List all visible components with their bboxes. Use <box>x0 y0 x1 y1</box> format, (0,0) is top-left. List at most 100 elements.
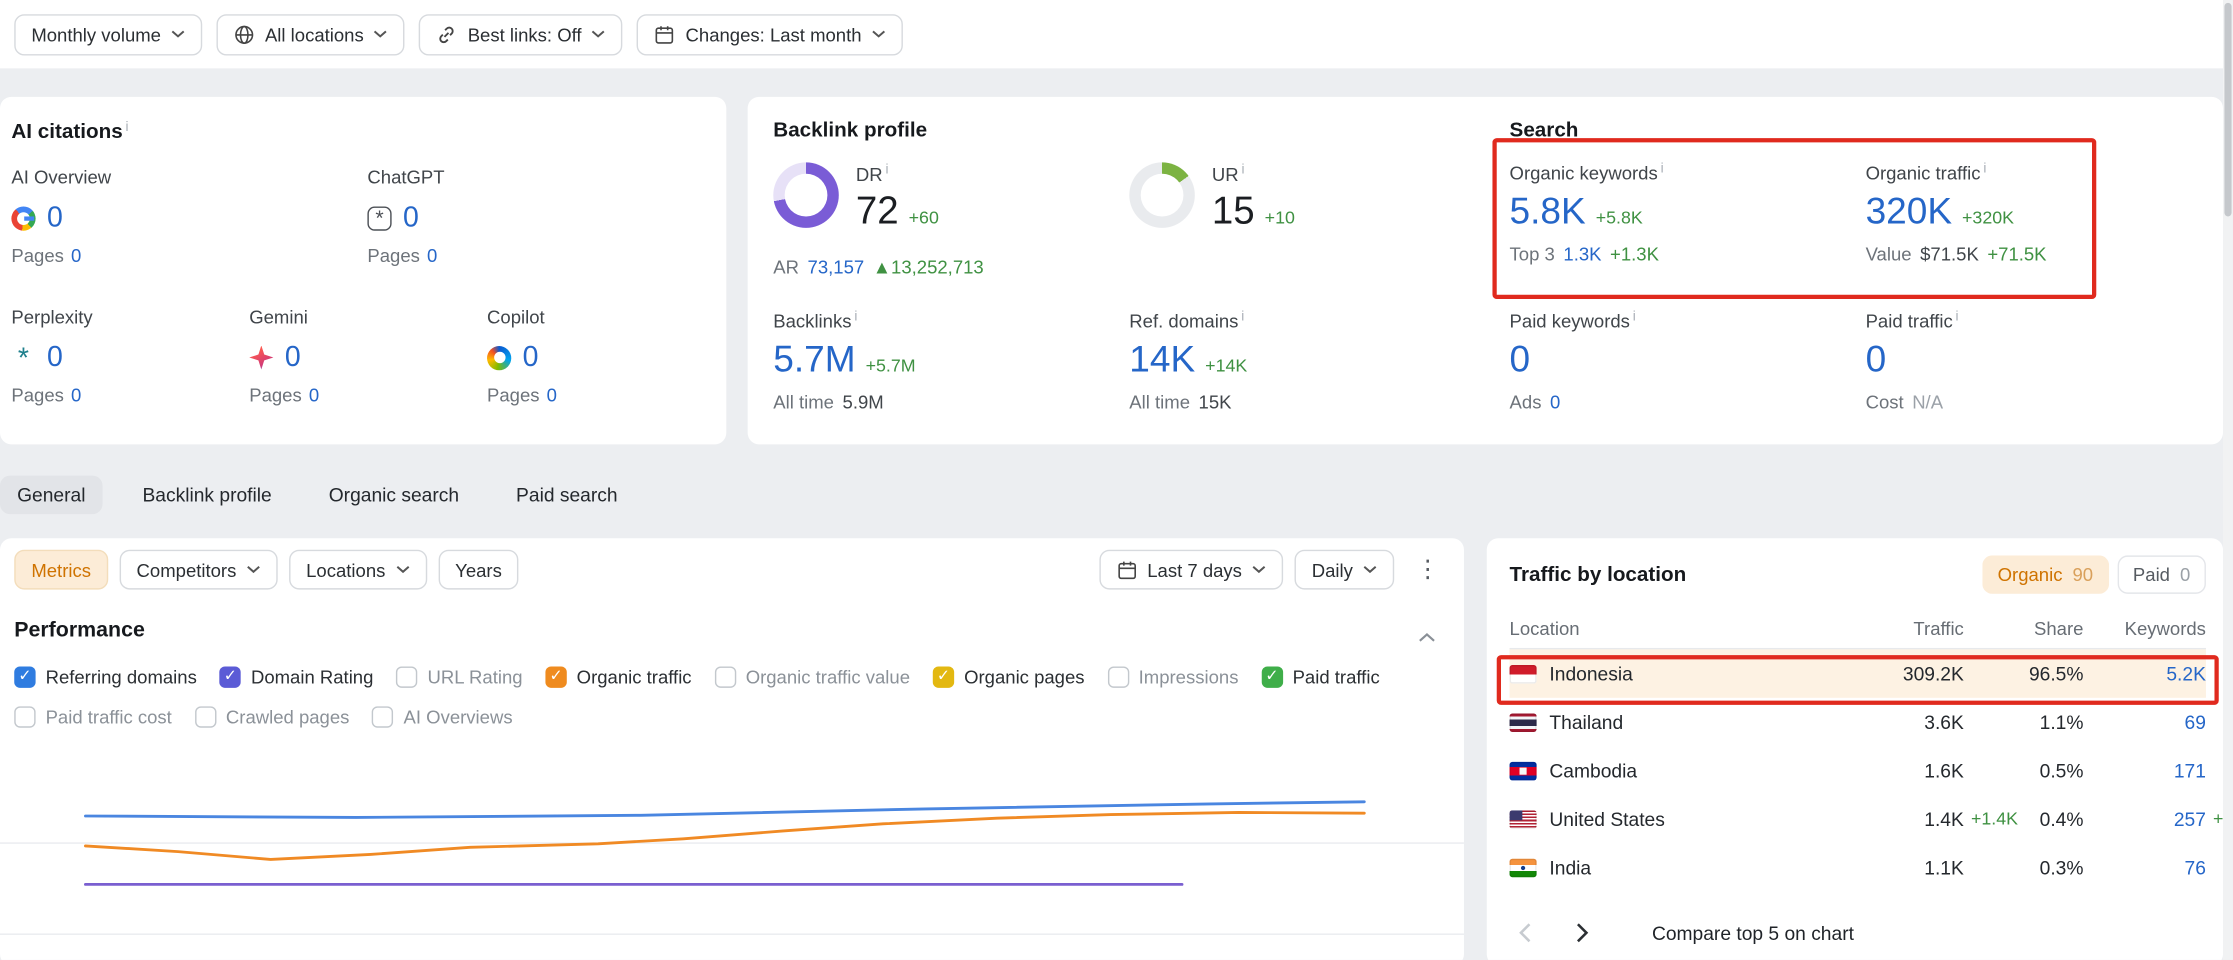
dr-donut-chart <box>773 162 839 228</box>
changes-dropdown[interactable]: Changes: Last month <box>637 14 903 55</box>
checkbox-box[interactable] <box>545 666 566 687</box>
volume-mode-dropdown[interactable]: Monthly volume <box>14 14 202 55</box>
location-row-thailand[interactable]: Thailand 3.6K 1.1% 69 <box>1510 698 2206 746</box>
best-links-dropdown[interactable]: Best links: Off <box>419 14 623 55</box>
pages-label: Pages <box>367 245 420 266</box>
keywords-link[interactable]: 76 <box>2185 857 2206 878</box>
value-label: Value <box>1866 244 1912 265</box>
paid-toggle-button[interactable]: Paid 0 <box>2117 555 2206 593</box>
domain-rating-block: DR 72 +60 <box>773 162 939 233</box>
prev-page-icon[interactable] <box>1510 920 1540 946</box>
ads-value[interactable]: 0 <box>1550 392 1560 413</box>
ai-citations-count[interactable]: 0 <box>47 341 63 374</box>
checkbox-box[interactable] <box>14 666 35 687</box>
flag-id-icon <box>1510 664 1537 683</box>
tab-organic-search[interactable]: Organic search <box>312 475 477 513</box>
ref-domains-value[interactable]: 14K <box>1129 338 1195 382</box>
traffic-value-amount: $71.5K <box>1920 244 1979 265</box>
google-icon <box>11 206 35 230</box>
checkbox-box[interactable] <box>220 666 241 687</box>
collapse-section-icon[interactable] <box>1418 624 1435 650</box>
backlinks-value[interactable]: 5.7M <box>773 338 855 382</box>
granularity-dropdown[interactable]: Daily <box>1295 550 1395 590</box>
paid-toggle-label: Paid <box>2133 564 2170 585</box>
chevron-down-icon <box>246 565 260 574</box>
ar-value[interactable]: 73,157 <box>808 256 865 277</box>
checkbox-box[interactable] <box>396 666 417 687</box>
checkbox-box[interactable] <box>195 706 216 727</box>
keywords-link[interactable]: 257 <box>2174 808 2206 829</box>
keywords-link[interactable]: 69 <box>2185 711 2206 732</box>
location-row-cambodia[interactable]: Cambodia 1.6K 0.5% 171 <box>1510 746 2206 794</box>
checkbox-box[interactable] <box>714 666 735 687</box>
paid-traffic-value[interactable]: 0 <box>1866 338 1887 382</box>
column-share: Share <box>2034 618 2083 639</box>
column-keywords: Keywords <box>2125 618 2206 639</box>
pages-count[interactable]: 0 <box>547 385 557 406</box>
ur-label: UR <box>1212 164 1239 185</box>
info-icon <box>1238 310 1244 331</box>
metric-checkbox-domain-rating[interactable]: Domain Rating <box>220 666 374 687</box>
metrics-button[interactable]: Metrics <box>14 550 108 590</box>
ai-citations-count[interactable]: 0 <box>285 341 301 374</box>
url-rating-block: UR 15 +10 <box>1129 162 1295 233</box>
ai-citations-count[interactable]: 0 <box>523 341 539 374</box>
chevron-down-icon <box>374 30 388 39</box>
date-range-dropdown[interactable]: Last 7 days <box>1099 550 1283 590</box>
location-row-indonesia[interactable]: Indonesia 309.2K 96.5% 5.2K <box>1510 649 2206 697</box>
keywords-link[interactable]: 171 <box>2174 760 2206 781</box>
tab-backlink-profile[interactable]: Backlink profile <box>125 475 288 513</box>
years-button[interactable]: Years <box>438 550 519 590</box>
compare-top5-link[interactable]: Compare top 5 on chart <box>1652 922 1854 943</box>
metric-checkbox-crawled-pages[interactable]: Crawled pages <box>195 706 350 727</box>
checkbox-box[interactable] <box>1107 666 1128 687</box>
checkbox-box[interactable] <box>1261 666 1282 687</box>
top3-value[interactable]: 1.3K <box>1563 244 1601 265</box>
locations-filter-dropdown[interactable]: Locations <box>289 550 427 590</box>
paid-keywords-value[interactable]: 0 <box>1510 338 1531 382</box>
metric-checkbox-ai-overviews[interactable]: AI Overviews <box>372 706 512 727</box>
globe-icon <box>234 23 255 44</box>
tab-general[interactable]: General <box>0 475 103 513</box>
checkbox-box[interactable] <box>14 706 35 727</box>
next-page-icon[interactable] <box>1568 920 1598 946</box>
organic-traffic-value[interactable]: 320K <box>1866 189 1952 233</box>
ai-citations-panel: AI citations AI Overview 0 Pages0 ChatGP… <box>0 97 726 444</box>
scrollbar-thumb[interactable] <box>2224 3 2231 217</box>
section-tabs: General Backlink profile Organic search Pai… <box>0 471 635 517</box>
checkbox-box[interactable] <box>372 706 393 727</box>
ai-citations-count[interactable]: 0 <box>403 202 419 235</box>
info-icon <box>1630 310 1636 331</box>
more-options-icon[interactable]: ⋮ <box>1406 555 1450 583</box>
checkbox-box[interactable] <box>933 666 954 687</box>
perplexity-icon <box>11 345 35 369</box>
pages-count[interactable]: 0 <box>309 385 319 406</box>
metric-checkbox-organic-traffic-value[interactable]: Organic traffic value <box>714 666 910 687</box>
ai-source-label: ChatGPT <box>367 167 444 188</box>
pages-count[interactable]: 0 <box>427 245 437 266</box>
ahrefs-rank-line: AR 73,157 ▲13,252,713 <box>773 256 983 277</box>
pages-label: Pages <box>11 245 64 266</box>
alltime-value: 5.9M <box>843 392 884 413</box>
pages-count[interactable]: 0 <box>71 245 81 266</box>
metric-checkbox-paid-traffic[interactable]: Paid traffic <box>1261 666 1379 687</box>
locations-dropdown[interactable]: All locations <box>217 14 406 55</box>
organic-toggle-button[interactable]: Organic 90 <box>1982 555 2109 593</box>
metric-checkbox-impressions[interactable]: Impressions <box>1107 666 1238 687</box>
metric-checkbox-url-rating[interactable]: URL Rating <box>396 666 522 687</box>
dr-label: DR <box>856 164 883 185</box>
keywords-link[interactable]: 5.2K <box>2166 663 2206 684</box>
organic-keywords-value[interactable]: 5.8K <box>1510 189 1586 233</box>
tab-paid-search[interactable]: Paid search <box>499 475 635 513</box>
locations-filter-label: Locations <box>306 559 385 580</box>
pages-count[interactable]: 0 <box>71 385 81 406</box>
metric-checkbox-referring-domains[interactable]: Referring domains <box>14 666 197 687</box>
competitors-dropdown[interactable]: Competitors <box>119 550 277 590</box>
location-row-united-states[interactable]: United States 1.4K+1.4K 0.4% 257+255 <box>1510 795 2206 843</box>
metric-checkbox-organic-traffic[interactable]: Organic traffic <box>545 666 691 687</box>
ai-citations-count[interactable]: 0 <box>47 202 63 235</box>
metric-checkbox-organic-pages[interactable]: Organic pages <box>933 666 1085 687</box>
metric-checkbox-paid-traffic-cost[interactable]: Paid traffic cost <box>14 706 172 727</box>
location-row-india[interactable]: India 1.1K 0.3% 76 <box>1510 843 2206 891</box>
ref-domains-delta: +14K <box>1205 356 1247 376</box>
